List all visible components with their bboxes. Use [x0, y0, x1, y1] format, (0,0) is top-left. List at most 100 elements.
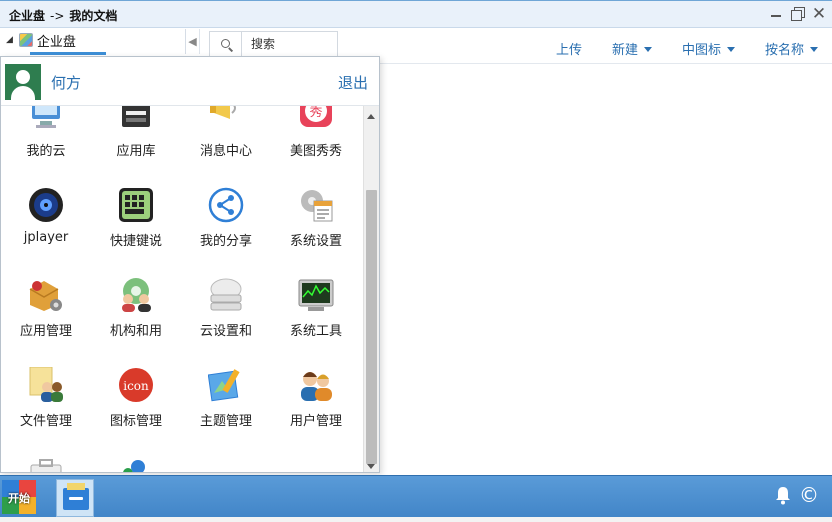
scroll-up-arrow-icon[interactable] — [367, 114, 375, 119]
upload-label: 上传 — [555, 43, 582, 58]
monitor-cloud-icon — [32, 106, 60, 128]
app-item-monitor-cloud[interactable]: 我的云 — [1, 106, 91, 163]
breadcrumb: 企业盘 -> 我的文档 — [9, 7, 117, 24]
app-store-icon — [122, 106, 150, 127]
view-mode-label: 中图标 — [681, 43, 721, 58]
box-gear-icon — [29, 281, 62, 311]
toolbar-divider — [378, 63, 832, 64]
folder-tree: ◢ 企业盘 — [0, 29, 186, 55]
app-item-meitu[interactable]: 秀美图秀秀 — [271, 106, 361, 163]
app-item-users[interactable]: 用户管理 — [271, 363, 361, 433]
upload-button[interactable]: 上传 — [556, 39, 582, 58]
app-item-theme-brush[interactable]: 主题管理 — [181, 363, 271, 433]
megaphone-icon — [210, 106, 236, 119]
app-item-app-store[interactable]: 应用库 — [91, 106, 181, 163]
app-item-partial[interactable] — [91, 453, 181, 472]
app-item-keyboard[interactable]: 快捷键说 — [91, 183, 181, 253]
speaker-icon — [29, 188, 63, 222]
scrollbar[interactable] — [363, 106, 379, 472]
app-label: 主题管理 — [199, 414, 252, 429]
logout-button[interactable]: 退出 — [338, 72, 368, 93]
tree-selection-bar — [30, 52, 106, 55]
file-users-icon — [29, 367, 63, 402]
new-label: 新建 — [611, 43, 638, 58]
dots-icon — [123, 460, 145, 472]
collapse-tree-button[interactable]: ◀ — [186, 29, 200, 54]
app-item-speaker[interactable]: jplayer — [1, 183, 91, 253]
breadcrumb-root[interactable]: 企业盘 — [9, 9, 45, 23]
bell-icon[interactable] — [774, 485, 792, 505]
cloud-server-icon — [210, 278, 242, 311]
app-label: 用户管理 — [289, 414, 342, 429]
chevron-down-icon — [810, 47, 818, 52]
user-body-icon — [11, 86, 35, 100]
share-icon — [208, 187, 244, 223]
app-label: 美图秀秀 — [289, 144, 342, 159]
app-item-gear-document[interactable]: 系统设置 — [271, 183, 361, 253]
maximize-button[interactable] — [789, 6, 805, 22]
search-box — [209, 31, 338, 57]
app-grid: 我的云 应用库 消息中心 秀美图秀秀 jplayer 快捷键说 我的分享 系统设置应用管理 机构… — [1, 106, 363, 472]
search-icon — [221, 39, 230, 48]
app-item-file-users[interactable]: 文件管理 — [1, 363, 91, 433]
app-label: 图标管理 — [109, 414, 162, 429]
users-icon — [301, 372, 332, 401]
toolbar: 上传 新建 中图标 按名称 — [526, 39, 818, 58]
app-item-icon-badge[interactable]: icon 图标管理 — [91, 363, 181, 433]
close-button[interactable]: ✕ — [811, 6, 827, 23]
breadcrumb-separator: -> — [50, 9, 65, 23]
tree-item-enterprise-disk[interactable]: ◢ 企业盘 — [6, 31, 76, 50]
start-menu-header: 何方 退出 — [1, 57, 379, 106]
keyboard-icon — [119, 188, 153, 222]
app-item-monitor-chart[interactable]: 系统工具 — [271, 273, 361, 343]
app-label: 机构和用 — [109, 324, 162, 339]
scroll-thumb[interactable] — [366, 190, 377, 464]
search-input[interactable] — [242, 32, 336, 56]
theme-brush-icon — [208, 369, 240, 402]
sort-dropdown[interactable]: 按名称 — [765, 39, 818, 58]
title-bar: 企业盘 -> 我的文档 ✕ — [0, 1, 832, 28]
new-dropdown[interactable]: 新建 — [612, 39, 652, 58]
svg-text:icon: icon — [123, 379, 149, 393]
view-mode-dropdown[interactable]: 中图标 — [682, 39, 735, 58]
scroll-down-arrow-icon[interactable] — [367, 464, 375, 469]
taskbar-app-my-documents[interactable] — [56, 479, 94, 517]
sort-label: 按名称 — [764, 43, 804, 58]
app-item-megaphone[interactable]: 消息中心 — [181, 106, 271, 163]
chevron-down-icon — [643, 47, 652, 52]
bottom-strip — [0, 517, 832, 522]
app-label: 应用库 — [116, 144, 156, 159]
app-item-cloud-server[interactable]: 云设置和 — [181, 273, 271, 343]
app-label: 我的分享 — [199, 234, 252, 249]
user-name[interactable]: 何方 — [51, 72, 81, 93]
user-head-icon — [16, 70, 30, 84]
app-item-partial[interactable] — [1, 453, 91, 472]
icon-badge-icon: icon — [119, 368, 153, 402]
svg-text:秀: 秀 — [309, 106, 322, 120]
app-item-users-gear[interactable]: 机构和用 — [91, 273, 181, 343]
copyright-icon[interactable]: © — [798, 484, 820, 506]
tree-item-label: 企业盘 — [36, 34, 76, 50]
start-label: 开始 — [8, 492, 30, 505]
monitor-chart-icon — [298, 279, 334, 311]
start-menu: 何方 退出 我的云 应用库 消息中心 秀美图秀秀 jplayer 快捷键说 我的分享 系统设置… — [0, 56, 380, 473]
start-button[interactable]: 开始 — [2, 480, 36, 514]
search-button[interactable] — [210, 32, 242, 56]
app-item-box-gear[interactable]: 应用管理 — [1, 273, 91, 343]
taskbar: 开始 © — [0, 475, 832, 522]
expand-arrow-icon[interactable]: ◢ — [6, 35, 13, 45]
app-label: 应用管理 — [19, 324, 72, 339]
briefcase-icon — [30, 459, 62, 472]
avatar[interactable] — [5, 64, 41, 100]
app-label: 消息中心 — [199, 144, 252, 159]
app-label: 快捷键说 — [109, 234, 162, 249]
app-label: 云设置和 — [199, 324, 252, 339]
enterprise-disk-icon — [18, 33, 33, 47]
app-item-share[interactable]: 我的分享 — [181, 183, 271, 253]
minimize-button[interactable] — [768, 6, 784, 22]
app-label: jplayer — [23, 230, 69, 245]
app-label: 系统工具 — [289, 324, 342, 339]
meitu-icon: 秀 — [300, 106, 332, 127]
app-label: 文件管理 — [19, 414, 72, 429]
breadcrumb-current: 我的文档 — [69, 9, 118, 23]
